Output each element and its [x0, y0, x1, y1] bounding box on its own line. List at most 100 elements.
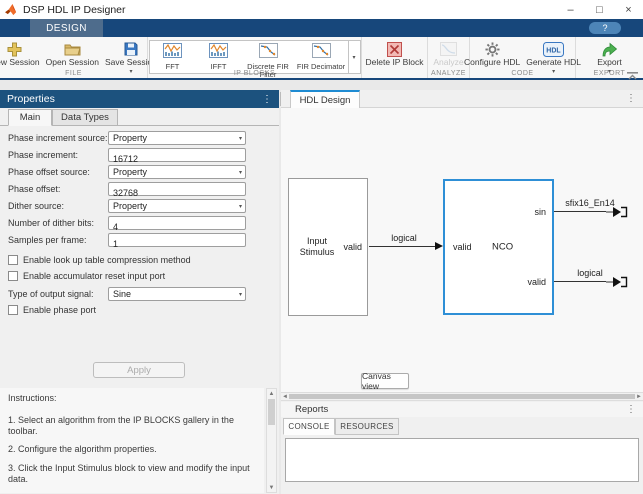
properties-header: Properties ⋮ — [0, 90, 279, 108]
matlab-logo-icon — [5, 4, 18, 16]
delete-x-icon — [387, 40, 402, 58]
scroll-down-icon[interactable]: ▼ — [267, 483, 276, 492]
field-phase-increment: Phase increment: — [0, 146, 279, 163]
dither-source-select[interactable]: Property ▾ — [108, 199, 246, 213]
wire-stimulus-to-nco[interactable] — [369, 246, 436, 247]
toolstrip: New Session Open Session Save Session ▾ … — [0, 37, 643, 80]
fir-decimator-icon — [312, 43, 331, 63]
gallery-expand-button[interactable]: ▾ — [348, 41, 360, 73]
wire-arrowhead-icon — [435, 242, 443, 250]
scrollbar-thumb[interactable] — [268, 399, 275, 425]
collapse-ribbon-icon[interactable] — [627, 67, 638, 75]
tab-hdl-design[interactable]: HDL Design — [290, 90, 360, 108]
accumulator-reset-checkbox[interactable] — [8, 271, 18, 281]
chevron-down-icon: ▾ — [239, 135, 242, 142]
configure-hdl-button[interactable]: Configure HDL — [461, 39, 523, 69]
ribbon-tab-bar: DESIGN ? — [0, 19, 643, 37]
phase-offset-input[interactable] — [109, 187, 245, 199]
console-output-area[interactable] — [285, 438, 639, 482]
field-phase-offset-source: Phase offset source: Property ▾ — [0, 163, 279, 180]
scrollbar-thumb[interactable] — [289, 394, 635, 399]
dither-bits-input[interactable] — [109, 221, 245, 233]
gallery-item-fft[interactable]: FFT — [150, 41, 196, 73]
gallery-item-fir-decimator[interactable]: FIR Decimator — [295, 41, 348, 73]
wire-sin-output[interactable] — [554, 211, 606, 212]
instructions-text: Instructions: 1. Select an algorithm fro… — [0, 388, 264, 493]
maximize-button[interactable]: □ — [585, 0, 614, 19]
field-number-of-dither-bits: Number of dither bits: — [0, 214, 279, 231]
app-window: DSP HDL IP Designer – □ × DESIGN ? New S… — [0, 0, 643, 494]
checkbox-row-accumulator-reset: Enable accumulator reset input port — [0, 268, 279, 284]
analyze-section-label: ANALYZE — [428, 70, 469, 77]
field-phase-offset: Phase offset: — [0, 180, 279, 197]
wire-valid-output[interactable] — [554, 281, 606, 282]
ip-blocks-section: FFT IFFT Discrete FIR Filter — [148, 37, 362, 78]
ifft-icon — [209, 43, 228, 63]
canvas-horizontal-scrollbar[interactable]: ◄ ► — [281, 392, 643, 401]
properties-menu-icon[interactable]: ⋮ — [262, 94, 272, 105]
plus-icon — [7, 40, 22, 58]
window-controls: – □ × — [556, 0, 643, 19]
properties-form: Phase increment source: Property ▾ Phase… — [0, 129, 279, 318]
input-stimulus-block[interactable]: Input Stimulus valid — [288, 178, 368, 316]
title-bar: DSP HDL IP Designer – □ × — [0, 0, 643, 19]
apply-button[interactable]: Apply — [93, 362, 185, 378]
nco-block-label: NCO — [492, 242, 513, 253]
field-dither-source: Dither source: Property ▾ — [0, 197, 279, 214]
new-session-button[interactable]: New Session — [0, 39, 43, 69]
phase-increment-input[interactable] — [109, 153, 245, 165]
hdl-design-canvas[interactable]: Input Stimulus valid logical valid NCO s… — [281, 108, 643, 392]
output-port-terminator-icon — [606, 275, 628, 289]
instructions-heading: Instructions: — [8, 393, 260, 404]
file-section-label: FILE — [0, 70, 147, 77]
delete-ip-block-button[interactable]: Delete IP Block — [363, 39, 427, 69]
export-arrow-icon — [601, 40, 618, 58]
instruction-step: 1. Select an algorithm from the IP BLOCK… — [8, 415, 260, 437]
discrete-fir-filter-icon — [259, 43, 278, 63]
phase-offset-input-wrap — [108, 182, 246, 196]
gallery-item-discrete-fir-filter[interactable]: Discrete FIR Filter — [242, 41, 295, 73]
phase-increment-source-select[interactable]: Property ▾ — [108, 131, 246, 145]
help-button[interactable]: ? — [589, 22, 621, 34]
minimize-button[interactable]: – — [556, 0, 585, 19]
checkbox-row-enable-phase-port: Enable phase port — [0, 302, 279, 318]
samples-per-frame-input-wrap — [108, 233, 246, 247]
close-button[interactable]: × — [614, 0, 643, 19]
reports-header: Reports ⋮ — [281, 402, 643, 417]
tab-resources[interactable]: RESOURCES — [335, 418, 399, 435]
lut-compression-checkbox[interactable] — [8, 255, 18, 265]
code-section-label: CODE — [470, 70, 575, 77]
output-signal-type-select[interactable]: Sine ▾ — [108, 287, 246, 301]
canvas-view-button[interactable]: Canvas view — [361, 373, 409, 389]
dither-bits-input-wrap — [108, 216, 246, 230]
instructions-scrollbar[interactable]: ▲ ▼ — [266, 388, 277, 493]
chevron-down-icon: ▾ — [239, 291, 242, 298]
instruction-step: 3. Click the Input Stimulus block to vie… — [8, 463, 260, 485]
phase-offset-source-select[interactable]: Property ▾ — [108, 165, 246, 179]
tab-main[interactable]: Main — [8, 109, 52, 126]
reports-title: Reports — [295, 404, 328, 415]
open-session-button[interactable]: Open Session — [43, 39, 102, 69]
design-menu-icon[interactable]: ⋮ — [626, 93, 636, 104]
scroll-left-icon[interactable]: ◄ — [281, 393, 289, 400]
checkbox-row-lut-compression: Enable look up table compression method — [0, 252, 279, 268]
nco-block[interactable]: valid NCO sin valid — [443, 179, 554, 315]
code-section: Configure HDL HDL Generate HDL ▾ CODE — [470, 37, 576, 78]
reports-menu-icon[interactable]: ⋮ — [626, 404, 636, 415]
properties-tab-bar: Main Data Types — [0, 109, 279, 126]
file-section: New Session Open Session Save Session ▾ … — [0, 37, 148, 78]
gallery-item-ifft[interactable]: IFFT — [196, 41, 242, 73]
ip-blocks-section-label: IP BLOCKS — [148, 70, 361, 77]
scroll-up-icon[interactable]: ▲ — [267, 389, 276, 398]
folder-icon — [64, 40, 81, 58]
fft-icon — [163, 43, 182, 63]
enable-phase-port-checkbox[interactable] — [8, 305, 18, 315]
reports-tab-bar: CONSOLE RESOURCES — [281, 417, 643, 435]
samples-per-frame-input[interactable] — [109, 238, 245, 250]
tab-data-types[interactable]: Data Types — [52, 109, 118, 126]
input-stimulus-valid-port: valid — [343, 242, 362, 252]
tab-design[interactable]: DESIGN — [30, 19, 103, 37]
scroll-right-icon[interactable]: ► — [635, 393, 643, 400]
tab-console[interactable]: CONSOLE — [283, 418, 335, 435]
gear-icon — [485, 40, 500, 58]
